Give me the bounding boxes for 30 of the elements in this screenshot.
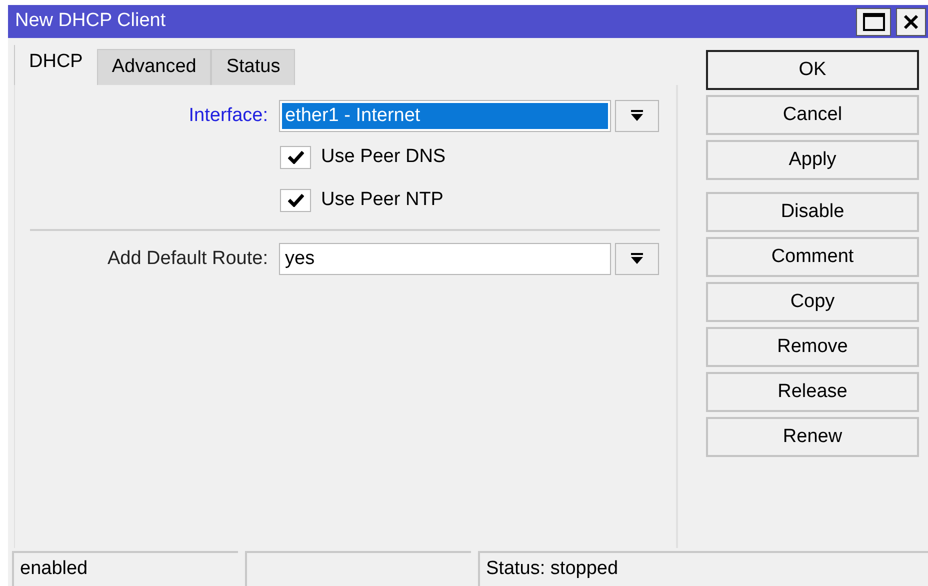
checkbox-label: Use Peer DNS [321,144,446,169]
status-text: enabled [20,557,88,582]
close-button[interactable] [896,8,926,36]
dialog-button[interactable]: Comment [706,237,919,277]
tab[interactable]: Advanced [96,49,212,85]
window-title: New DHCP Client [15,9,167,34]
field-label: Add Default Route: [107,246,268,271]
dropdown-arrow-icon [630,110,644,122]
checkmark-icon [288,193,304,207]
dropdown-button[interactable] [615,100,659,132]
tab[interactable]: Status [211,49,296,85]
dropdown-arrow-icon [630,253,644,265]
status-text: Status: stopped [486,557,618,582]
checkbox[interactable] [280,146,311,168]
dialog-button[interactable]: Apply [706,140,919,180]
checkmark-icon [288,150,304,164]
maximize-icon [862,12,884,30]
dialog-button[interactable]: Remove [706,327,919,367]
dropdown-button[interactable] [615,243,659,275]
close-icon [903,14,919,30]
dialog-button[interactable]: Renew [706,417,919,457]
dialog-button[interactable]: Copy [706,282,919,322]
checkbox-label: Use Peer NTP [321,188,444,212]
dialog-button[interactable]: Cancel [706,95,919,135]
dialog-button[interactable]: Release [706,372,919,412]
dialog-button[interactable]: Disable [706,192,919,232]
field-label: Interface: [188,104,268,128]
dialog-button[interactable]: OK [706,50,919,90]
checkbox[interactable] [280,188,311,212]
maximize-button[interactable] [856,8,891,36]
